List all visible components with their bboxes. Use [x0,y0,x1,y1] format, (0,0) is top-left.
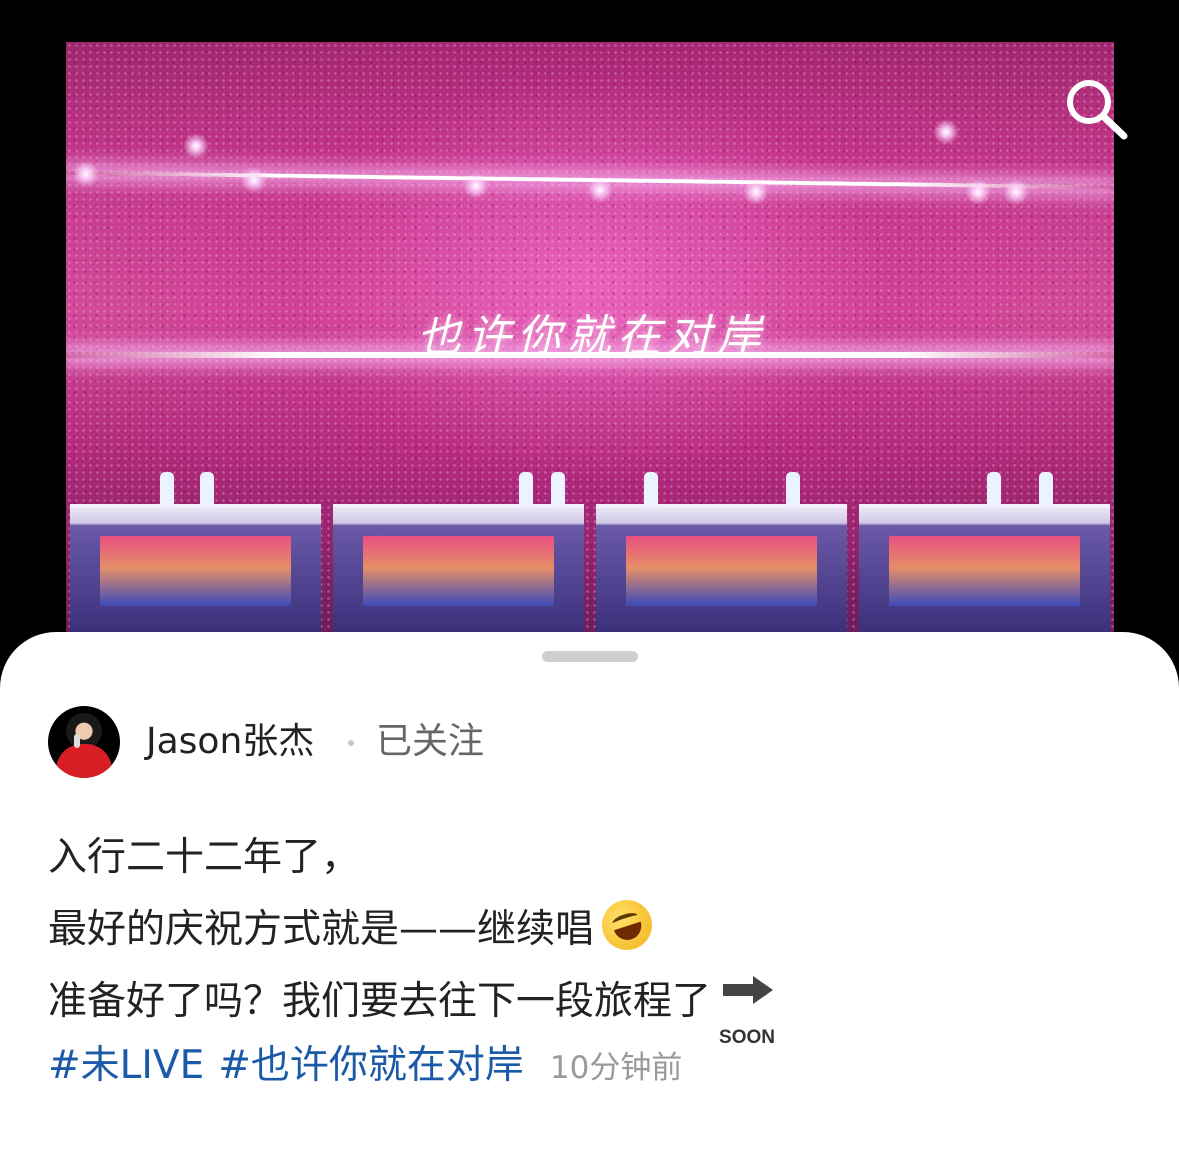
light-flare [1003,179,1029,205]
stage-block [70,472,321,634]
follow-status[interactable]: 已关注 [376,722,484,762]
post-body: 入行二十二年了， 最好的庆祝方式就是——继续唱 准备好了吗？我们要去往下一段旅程… [48,822,1128,1048]
video-player[interactable]: 也许你就在对岸 [66,42,1114,634]
drag-handle[interactable] [542,651,638,662]
soon-arrow-icon: SOON [719,972,777,1048]
hashtag-link[interactable]: #未LIVE [48,1043,204,1088]
stage-screen [889,536,1080,606]
dancer [200,472,214,506]
search-icon [1067,80,1128,140]
search-button[interactable] [1060,74,1130,144]
post-timestamp: 10分钟前 [549,1050,683,1086]
post-line-text: 入行二十二年了， [48,835,361,880]
dancer [1039,472,1053,506]
stage-block [859,472,1110,634]
stage-screen [626,536,817,606]
dancer [551,472,565,506]
post-line-text: 准备好了吗？我们要去往下一段旅程了 [48,979,712,1024]
username[interactable]: Jason张杰 [146,722,314,762]
light-flare [933,119,959,145]
stage-platforms [66,472,1114,634]
separator-dot [348,740,354,746]
light-flare [183,133,209,159]
post-line: 入行二十二年了， [48,822,1128,894]
post-sheet: Jason张杰 已关注 入行二十二年了， 最好的庆祝方式就是——继续唱 准备好了… [0,632,1179,1151]
light-flare [965,179,991,205]
post-line-text: 最好的庆祝方式就是——继续唱 [48,907,595,952]
light-flare [463,173,489,199]
laughing-emoji-icon [595,893,659,957]
hashtag-link[interactable]: #也许你就在对岸 [218,1043,524,1088]
avatar-figure [56,744,112,778]
avatar[interactable] [48,706,120,778]
arrow-head [753,976,774,1004]
stage-screen [100,536,291,606]
post-line: 最好的庆祝方式就是——继续唱 [48,893,1128,966]
dancer [987,472,1001,506]
video-overlay-title: 也许你就在对岸 [417,311,767,362]
stage-block [333,472,584,634]
light-flare [73,161,99,187]
stage-screen [363,536,554,606]
dancer [160,472,174,506]
light-flare [241,167,267,193]
light-flare [743,179,769,205]
post-tags: #未LIVE #也许你就在对岸 10分钟前 [48,1042,682,1097]
stage-block [596,472,847,634]
arrow-body [723,984,756,996]
light-flare [587,177,613,203]
soon-label: SOON [719,1027,775,1048]
avatar-mic [74,734,80,748]
dancer [786,472,800,506]
post-line: 准备好了吗？我们要去往下一段旅程了 SOON [48,966,1128,1048]
dancer [519,472,533,506]
dancer [644,472,658,506]
